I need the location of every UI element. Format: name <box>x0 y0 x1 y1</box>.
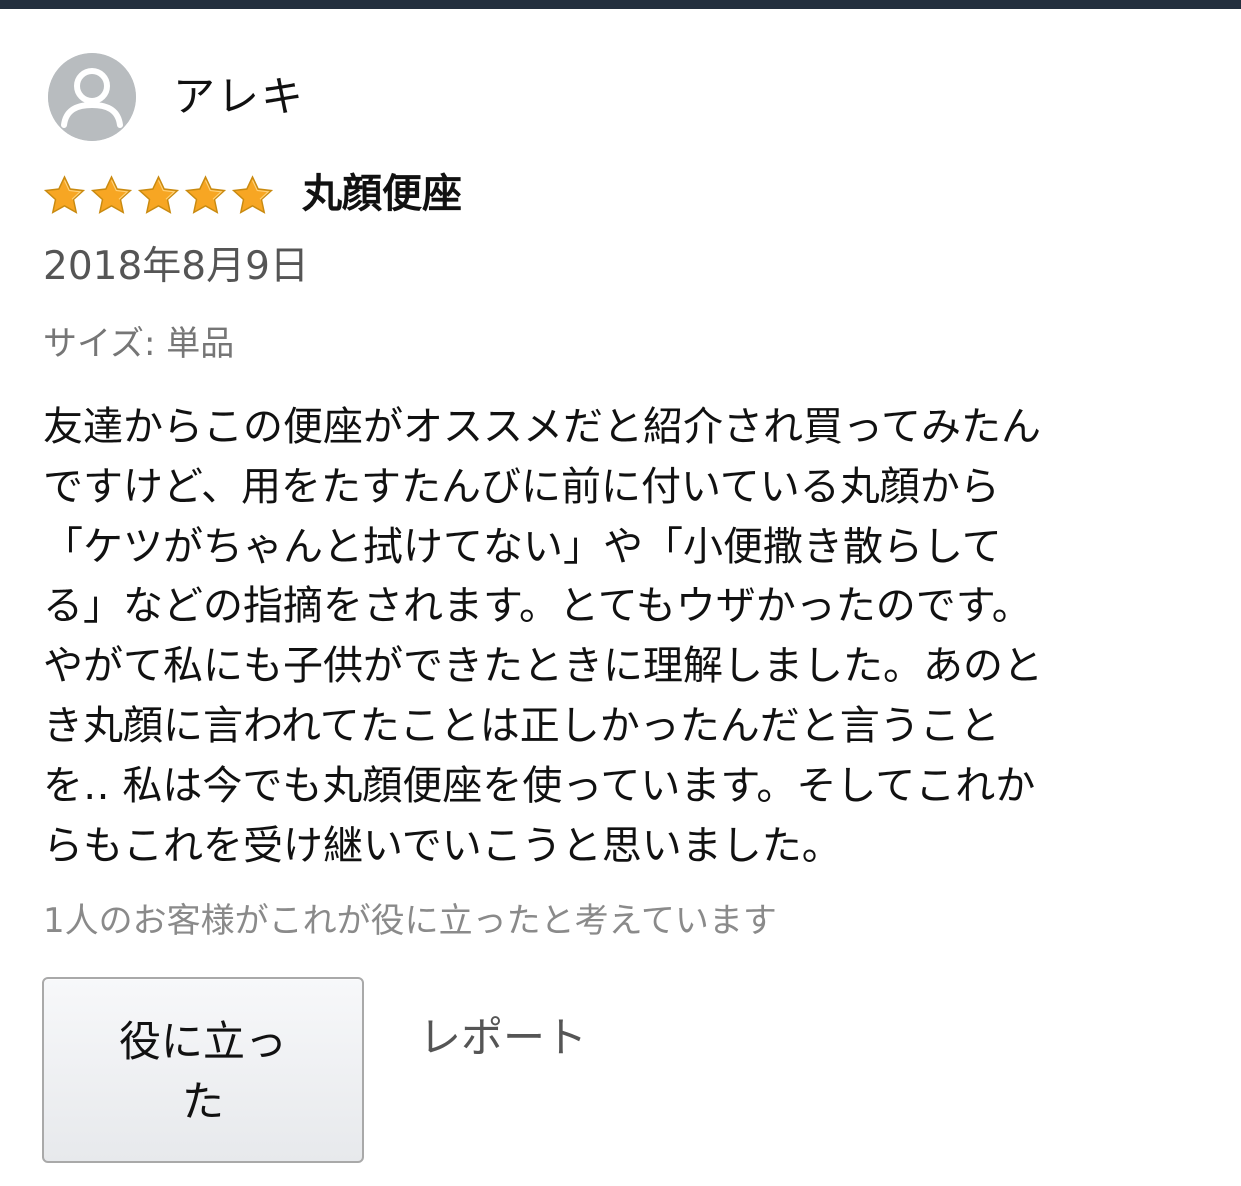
review-body-line: る」などの指摘をされます。とてもウザかったのです。 <box>43 583 1032 630</box>
product-variant: サイズ: 単品 <box>43 324 235 364</box>
star-icon <box>231 175 274 214</box>
star-icon <box>184 175 227 214</box>
star-icon <box>90 175 133 214</box>
review-title[interactable]: 丸顔便座 <box>302 166 462 222</box>
review-body: 友達からこの便座がオススメだと紹介され買ってみたん ですけど、用をたすたんびに前… <box>43 398 1183 876</box>
helpful-count: 1人のお客様がこれが役に立ったと考えています <box>43 901 777 941</box>
top-bar <box>0 0 1241 9</box>
star-rating[interactable] <box>42 174 275 218</box>
star-icon <box>137 175 180 214</box>
report-link[interactable]: レポート <box>419 1010 587 1066</box>
helpful-button-label-line: 役に立っ <box>118 1017 287 1066</box>
review-body-line: らもこれを受け継いでいこうと思いました。 <box>43 822 842 869</box>
helpful-button[interactable]: 役に立っ た <box>42 977 364 1163</box>
default-user-avatar-icon <box>48 53 136 141</box>
helpful-button-label: 役に立っ た <box>44 1012 362 1132</box>
review-body-line: を‥ 私は今でも丸顔便座を使っています。そしてこれか <box>43 762 1036 809</box>
review-body-line: ですけど、用をたすたんびに前に付いている丸顔から <box>43 463 1000 510</box>
review-body-line: 友達からこの便座がオススメだと紹介され買ってみたん <box>43 404 1041 450</box>
reviewer-name[interactable]: アレキ <box>173 70 305 124</box>
helpful-button-label-line: た <box>181 1077 224 1126</box>
review-body-line: 「ケツがちゃんと拭けてない」や「小便撒き散らして <box>43 523 1002 570</box>
review-body-line: き丸顔に言われてたことは正しかったんだと言うこと <box>43 702 1000 749</box>
review-body-line: やがて私にも子供ができたときに理解しました。あのと <box>43 643 1043 690</box>
star-icon <box>43 175 86 214</box>
review-date: 2018年8月9日 <box>43 244 309 289</box>
